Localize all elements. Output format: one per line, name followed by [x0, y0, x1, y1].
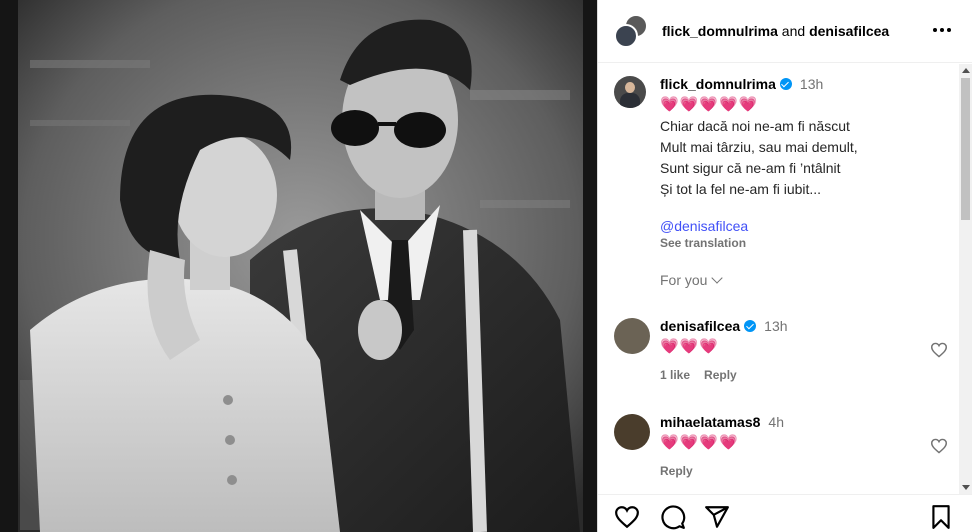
- more-options-icon[interactable]: [930, 18, 954, 42]
- caption-line: Și tot la fel ne-am fi iubit...: [660, 181, 822, 197]
- like-heart-icon[interactable]: [930, 438, 948, 454]
- vintage-couple-image: [0, 0, 597, 532]
- share-icon[interactable]: [704, 504, 730, 530]
- comment-item: mihaelatamas8 4h 💗💗💗💗 Reply: [614, 414, 954, 478]
- avatar[interactable]: [614, 318, 650, 354]
- header-connector: and: [777, 23, 810, 39]
- for-you-toggle[interactable]: For you: [660, 272, 858, 288]
- scrollbar-thumb[interactable]: [961, 78, 970, 220]
- like-heart-icon[interactable]: [614, 504, 640, 530]
- caption-hearts: 💗💗💗💗💗: [660, 96, 759, 113]
- verified-icon: [744, 320, 757, 332]
- caption-username[interactable]: flick_domnulrima: [660, 76, 776, 92]
- caption-line: Chiar dacă noi ne-am fi născut: [660, 118, 850, 134]
- comment-time[interactable]: 4h: [768, 414, 784, 430]
- header-username-2[interactable]: denisafilcea: [809, 23, 889, 39]
- comment-icon[interactable]: [660, 504, 686, 530]
- post-modal: flick_domnulrima and denisafilcea flick_…: [0, 0, 972, 532]
- avatar: [614, 24, 638, 48]
- chevron-down-icon: [711, 272, 724, 284]
- post-photo[interactable]: [0, 0, 597, 532]
- avatar[interactable]: [614, 76, 646, 108]
- reply-button[interactable]: Reply: [660, 464, 693, 478]
- bookmark-icon[interactable]: [928, 504, 954, 530]
- mention-link[interactable]: @denisafilcea: [660, 218, 858, 234]
- comment-text: 💗💗💗: [660, 338, 720, 355]
- scroll-down-icon[interactable]: [962, 485, 970, 490]
- comment-likes[interactable]: 1 like: [660, 368, 690, 382]
- verified-icon: [779, 78, 792, 90]
- comment-text: 💗💗💗💗: [660, 434, 739, 451]
- caption-line: Sunt sigur că ne-am fi ’ntâlnit: [660, 160, 841, 176]
- collab-title: flick_domnulrima and denisafilcea: [662, 23, 889, 39]
- see-translation-link[interactable]: See translation: [660, 236, 858, 250]
- post-actions-bar: [598, 494, 972, 532]
- comment-username[interactable]: denisafilcea: [660, 318, 740, 334]
- collab-avatars[interactable]: [614, 14, 648, 48]
- caption-text: Chiar dacă noi ne-am fi născut Mult mai …: [660, 116, 858, 200]
- comments-scroll-area[interactable]: flick_domnulrima 13h 💗💗💗💗💗 Chiar dacă noi…: [598, 64, 960, 494]
- for-you-label: For you: [660, 272, 708, 288]
- scrollbar[interactable]: [959, 64, 972, 494]
- caption-time[interactable]: 13h: [800, 76, 823, 92]
- comment-item: denisafilcea 13h 💗💗💗 1 like Reply: [614, 318, 954, 382]
- avatar[interactable]: [614, 414, 650, 450]
- comment-username[interactable]: mihaelatamas8: [660, 414, 760, 430]
- like-heart-icon[interactable]: [930, 342, 948, 358]
- caption-line: Mult mai târziu, sau mai demult,: [660, 139, 858, 155]
- post-side-panel: flick_domnulrima and denisafilcea flick_…: [597, 0, 972, 532]
- post-header: flick_domnulrima and denisafilcea: [598, 0, 972, 63]
- reply-button[interactable]: Reply: [704, 368, 737, 382]
- scroll-up-icon[interactable]: [962, 68, 970, 73]
- comment-time[interactable]: 13h: [764, 318, 787, 334]
- header-username-1[interactable]: flick_domnulrima: [662, 23, 778, 39]
- post-caption: flick_domnulrima 13h 💗💗💗💗💗 Chiar dacă noi…: [614, 76, 954, 288]
